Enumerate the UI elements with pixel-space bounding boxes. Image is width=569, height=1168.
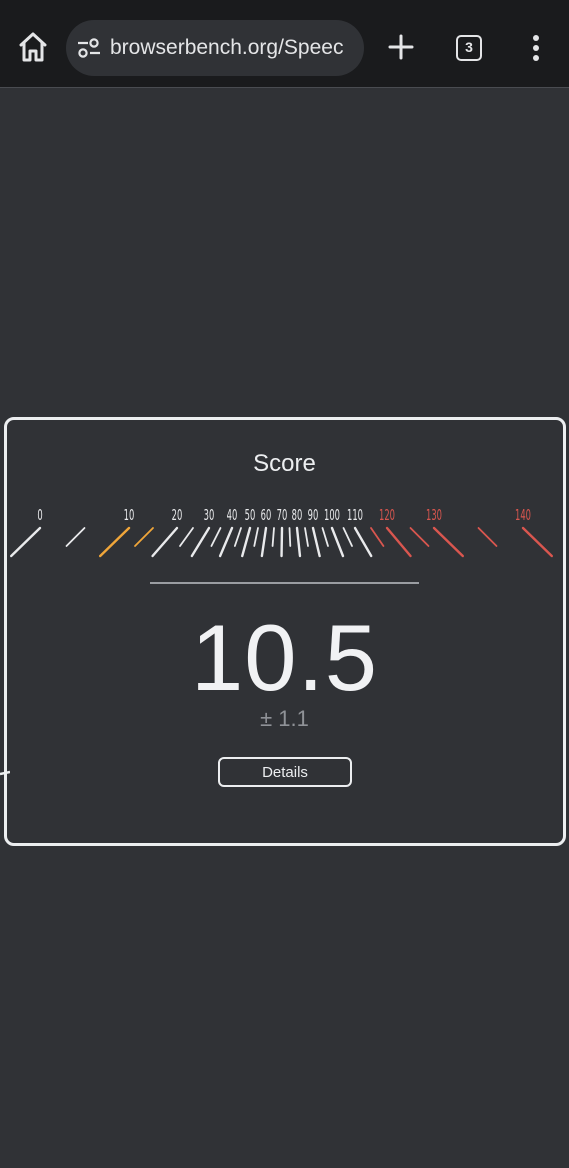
gauge-tick-60 xyxy=(260,526,268,558)
gauge-tick-125 xyxy=(409,527,430,547)
gauge-tick-45 xyxy=(233,527,242,547)
gauge-tick-130 xyxy=(432,526,464,558)
menu-button[interactable] xyxy=(520,30,552,66)
gauge-label-100: 100 xyxy=(324,506,340,524)
score-error: ± 1.1 xyxy=(260,706,309,731)
gauge-label-120: 120 xyxy=(379,506,395,524)
gauge-tick-75 xyxy=(288,527,292,547)
gauge-label-10: 10 xyxy=(124,506,135,524)
gauge-tick-25 xyxy=(179,527,194,547)
tune-icon[interactable] xyxy=(76,35,102,61)
gauge-tick-80 xyxy=(295,526,302,558)
tab-count: 3 xyxy=(465,39,473,55)
home-button[interactable] xyxy=(14,28,52,66)
gauge-tick-40 xyxy=(218,526,234,558)
gauge-tick-15 xyxy=(134,527,154,547)
gauge-tick-5 xyxy=(65,527,86,547)
score-title: Score xyxy=(253,450,316,477)
tab-switcher-button[interactable]: 3 xyxy=(456,35,482,61)
new-tab-button[interactable] xyxy=(384,30,418,64)
gauge-label-90: 90 xyxy=(308,506,319,524)
gauge-label-30: 30 xyxy=(204,506,215,524)
url-text[interactable]: browserbench.org/Speec xyxy=(110,35,360,61)
gauge-tick-20 xyxy=(151,526,179,558)
gauge-tick-50 xyxy=(241,526,252,558)
gauge-tick-0 xyxy=(9,526,42,558)
panel-edge-mark xyxy=(0,770,10,776)
gauge-label-110: 110 xyxy=(347,506,363,524)
gauge-tick-65 xyxy=(271,527,275,547)
score-gauge: 0 10 20 30 40 50 60 70 80 90 100 110 120 130 140 xyxy=(9,506,553,558)
gauge-label-40: 40 xyxy=(227,506,238,524)
gauge-label-130: 130 xyxy=(426,506,442,524)
gauge-tick-110 xyxy=(353,526,373,558)
home-icon xyxy=(19,32,47,62)
gauge-tick-30 xyxy=(190,526,211,558)
browser-toolbar: browserbench.org/Speec 3 xyxy=(0,0,569,88)
gauge-label-50: 50 xyxy=(245,506,256,524)
gauge-tick-95 xyxy=(321,527,329,547)
gauge-tick-90 xyxy=(311,526,321,558)
score-value: 10.5 xyxy=(191,605,378,710)
gauge-tick-135 xyxy=(477,527,498,547)
gauge-label-60: 60 xyxy=(261,506,272,524)
gauge-tick-85 xyxy=(304,527,309,547)
gauge-tick-140 xyxy=(521,526,553,558)
gauge-tick-55 xyxy=(253,527,259,547)
gauge-label-80: 80 xyxy=(292,506,303,524)
gauge-tick-120 xyxy=(385,526,412,558)
gauge-label-0: 0 xyxy=(37,506,42,524)
gauge-tick-105 xyxy=(342,527,353,547)
details-button[interactable]: Details xyxy=(218,757,352,787)
gauge-label-140: 140 xyxy=(515,506,531,524)
gauge-divider xyxy=(150,582,419,584)
gauge-tick-35 xyxy=(210,527,222,547)
gauge-tick-10 xyxy=(98,526,131,558)
gauge-label-70: 70 xyxy=(277,506,288,524)
gauge-tick-100 xyxy=(330,526,345,558)
address-bar[interactable]: browserbench.org/Speec xyxy=(66,20,364,76)
gauge-tick-115 xyxy=(370,527,385,547)
plus-icon xyxy=(388,34,414,60)
more-vert-icon xyxy=(533,35,539,61)
gauge-label-20: 20 xyxy=(172,506,183,524)
